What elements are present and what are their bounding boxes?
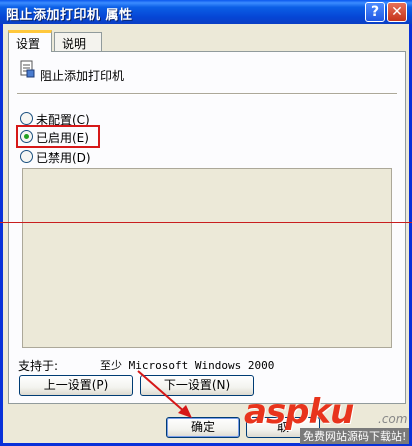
watermark-tld: .com (378, 412, 408, 426)
window-title: 阻止添加打印机 属性 (6, 8, 133, 23)
help-button[interactable]: ? (365, 2, 385, 22)
support-value: 至少 Microsoft Windows 2000 (100, 359, 275, 372)
tab-explain[interactable]: 说明 (54, 32, 102, 52)
properties-dialog: 阻止添加打印机 属性 ? ✕ 设置 说明 阻止添加打印机 未配置(C) 已启用(… (0, 0, 412, 446)
watermark: aspku .com 免费网站源码下载站! (240, 392, 412, 446)
radio-not-configured[interactable] (20, 112, 33, 125)
highlight-box (16, 125, 100, 148)
title-bar[interactable]: 阻止添加打印机 属性 ? ✕ (0, 0, 412, 24)
red-guide-line (0, 222, 412, 223)
tab-settings[interactable]: 设置 (8, 30, 52, 52)
ok-button[interactable]: 确定 (166, 417, 240, 438)
policy-name: 阻止添加打印机 (40, 69, 125, 83)
policy-setting-icon (20, 60, 35, 78)
next-setting-button[interactable]: 下一设置(N) (140, 375, 254, 396)
radio-disabled[interactable] (20, 150, 33, 163)
watermark-subtitle: 免费网站源码下载站! (300, 428, 410, 444)
separator (17, 93, 397, 95)
support-label: 支持于: (18, 359, 59, 373)
close-button[interactable]: ✕ (387, 2, 407, 22)
options-area (22, 168, 392, 348)
watermark-logo: aspku (244, 392, 354, 432)
prev-setting-button[interactable]: 上一设置(P) (19, 375, 133, 396)
option-label: 已禁用(D) (36, 151, 91, 165)
settings-panel: 阻止添加打印机 未配置(C) 已启用(E) 已禁用(D) 支持于: 至少 Mic… (8, 51, 406, 404)
